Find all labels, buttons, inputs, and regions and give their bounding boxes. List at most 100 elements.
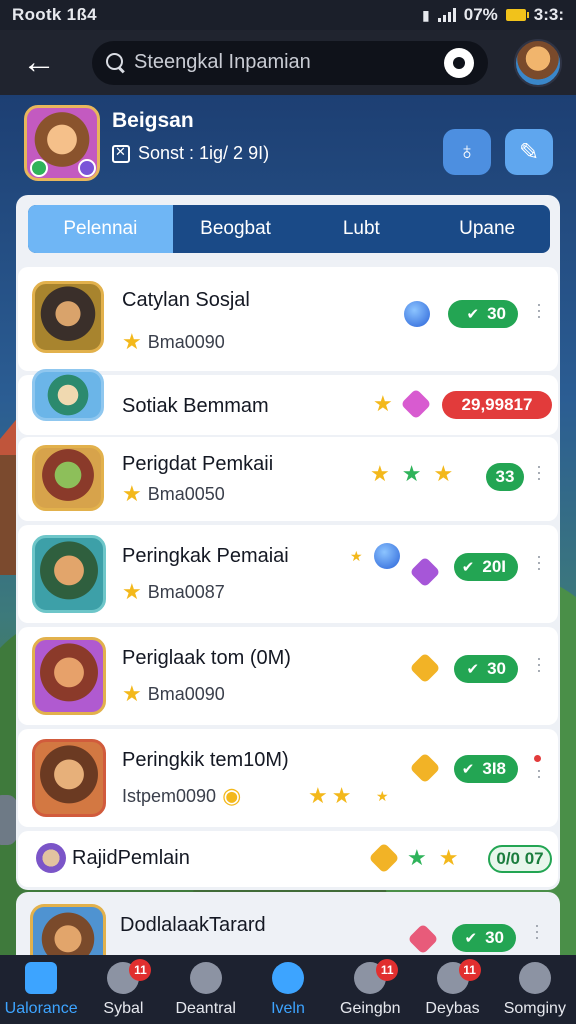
check-icon: ✔ xyxy=(464,930,478,947)
score-value: 20I xyxy=(482,557,506,576)
star-icon: ★ xyxy=(308,783,328,808)
score-pill: ✔ 30 xyxy=(452,924,516,952)
score-value: 30 xyxy=(487,304,506,323)
star-icon: ★ xyxy=(350,548,363,564)
orb-icon xyxy=(374,543,400,569)
reward-cluster: ★ xyxy=(373,388,432,420)
tab-pelennai[interactable]: Pelennai xyxy=(28,205,173,253)
row-title: Peringkak Pemaiai xyxy=(122,545,289,567)
row-sub-text: Bma0087 xyxy=(147,581,225,602)
arrow-left-icon: ← xyxy=(22,43,56,81)
tab-beogbat[interactable]: Beogbat xyxy=(173,205,299,253)
tab-lubt[interactable]: Lubt xyxy=(298,205,424,253)
list-item[interactable]: Peringkik tem10M) Istpem0090 ◉ ★ ★ ★ ✔ 3I… xyxy=(18,729,558,827)
person-icon xyxy=(518,962,551,994)
check-icon: ✔ xyxy=(461,761,475,778)
list-item[interactable]: RajidPemlain ★ ★ 0/0 07 xyxy=(18,831,558,887)
star-icon: ★ xyxy=(122,579,142,604)
nav-label: Somginy xyxy=(503,1000,566,1017)
edit-button[interactable]: ✎ xyxy=(505,129,553,175)
list-item[interactable]: Sotiak Bemmam ★ 29,99817 xyxy=(18,369,558,435)
notification-badge: 11 xyxy=(458,959,481,981)
score-pill: ✔ 30 xyxy=(448,300,518,328)
profile-header: Beigsan Sonst : 1ig/ 2 9I) ♁ ✎ xyxy=(0,95,576,195)
home-icon xyxy=(25,962,58,994)
game-icon xyxy=(32,445,104,511)
profile-subtitle-text: Sonst : 1ig/ 2 9I) xyxy=(138,143,270,163)
gift-icon: ♁ xyxy=(458,138,476,165)
leaderboard-panel: Pelennai Beogbat Lubt Upane Catylan Sosj… xyxy=(16,195,560,890)
list-item[interactable]: DodlalaakTarard ✔ 30 · · · xyxy=(16,892,560,962)
score-value: 30 xyxy=(487,659,506,678)
row-subtitle: ★ Bma0090 xyxy=(122,683,225,705)
nav-label: Iveln xyxy=(271,1000,305,1017)
profile-name: Beigsan xyxy=(112,109,194,132)
check-icon: ✔ xyxy=(466,306,480,323)
vibrate-icon: ▮ xyxy=(422,6,430,23)
star-icon: ★ xyxy=(438,845,459,870)
row-title: Peringkik tem10M) xyxy=(122,749,289,771)
row-title: RajidPemlain xyxy=(72,847,190,869)
status-badge xyxy=(30,159,48,177)
star-icon: ★ xyxy=(331,783,352,808)
tab-upane[interactable]: Upane xyxy=(424,205,550,253)
checkbox-icon xyxy=(112,144,130,163)
row-subtitle: Istpem0090 ◉ xyxy=(122,785,241,807)
star-icon: ★ xyxy=(122,329,142,354)
more-icon[interactable]: · · · xyxy=(536,295,542,325)
more-icon[interactable]: · · · xyxy=(536,649,542,679)
coin-icon: ◉ xyxy=(222,783,242,808)
edit-icon: ✎ xyxy=(518,138,540,166)
reward-cluster: ★ ★ ★ xyxy=(370,463,453,485)
avatar xyxy=(36,843,66,873)
status-right: ▮ 07% 3:3: xyxy=(422,5,564,25)
game-icon xyxy=(32,739,106,817)
smiley-icon xyxy=(189,962,222,994)
search-bar[interactable]: Steengkal Inpamian xyxy=(92,40,488,85)
gold-box-icon xyxy=(368,842,400,874)
gold-box-icon xyxy=(409,652,441,684)
clock: 3:3: xyxy=(533,5,564,24)
nav-item-phone[interactable]: Iveln xyxy=(247,955,329,1024)
gift-button[interactable]: ♁ xyxy=(443,129,491,175)
more-icon[interactable]: · · · xyxy=(536,457,542,487)
list-item[interactable]: Peringkak Pemaiai ★ Bma0087 ★ ✔ 20I · · · xyxy=(18,525,558,623)
list-item[interactable]: Perigdat Pemkaii ★ Bma0050 ★ ★ ★ 33 · · · xyxy=(18,437,558,521)
star-icon: ★ xyxy=(370,461,390,486)
nav-label: Deantral xyxy=(175,1000,236,1017)
gem-icon xyxy=(409,556,441,588)
row-subtitle: ★ Bma0050 xyxy=(122,483,225,505)
score-pill: ✔ 3I8 xyxy=(454,755,518,783)
nav-item-games[interactable]: 11 Geingbn xyxy=(329,955,411,1024)
score-value: 0/0 07 xyxy=(496,849,544,868)
battery-icon xyxy=(505,9,529,21)
score-value: 30 xyxy=(485,928,504,947)
gear-icon[interactable] xyxy=(444,47,474,78)
row-sub-text: Bma0050 xyxy=(147,483,225,504)
more-icon[interactable]: · · · xyxy=(536,547,542,577)
phone-icon xyxy=(271,962,304,994)
back-button[interactable]: ← xyxy=(14,38,64,88)
gem-icon xyxy=(407,923,439,955)
nav-item-profile[interactable]: Somginy xyxy=(494,955,576,1024)
list-item[interactable]: Catylan Sosjal ★ Bma0090 ✔ 30 · · · xyxy=(18,267,558,371)
list-item[interactable]: Periglaak tom (0M) ★ Bma0090 ✔ 30 · · · xyxy=(18,627,558,725)
green-star-icon: ★ xyxy=(401,461,422,486)
profile-subtitle: Sonst : 1ig/ 2 9I) xyxy=(112,143,269,164)
nav-item-social[interactable]: 11 Sybal xyxy=(82,955,164,1024)
gem-icon xyxy=(400,388,432,420)
check-icon: ✔ xyxy=(461,559,475,576)
nav-item-home[interactable]: Ualorance xyxy=(0,955,82,1024)
avatar[interactable] xyxy=(514,38,562,87)
score-pill: ✔ 20I xyxy=(454,553,518,581)
nav-item-chat[interactable]: 11 Deybas xyxy=(411,955,493,1024)
more-icon[interactable]: · · · xyxy=(534,916,540,946)
nav-item-emoji[interactable]: Deantral xyxy=(165,955,247,1024)
more-icon[interactable]: · · xyxy=(536,761,542,785)
search-input[interactable]: Steengkal Inpamian xyxy=(134,51,444,74)
nav-label: Geingbn xyxy=(340,1000,401,1017)
carrier-label: Rootk 1ß4 xyxy=(12,5,97,24)
row-title: Catylan Sosjal xyxy=(122,289,250,311)
gold-box-icon xyxy=(409,752,441,784)
row-title: Sotiak Bemmam xyxy=(122,395,269,417)
